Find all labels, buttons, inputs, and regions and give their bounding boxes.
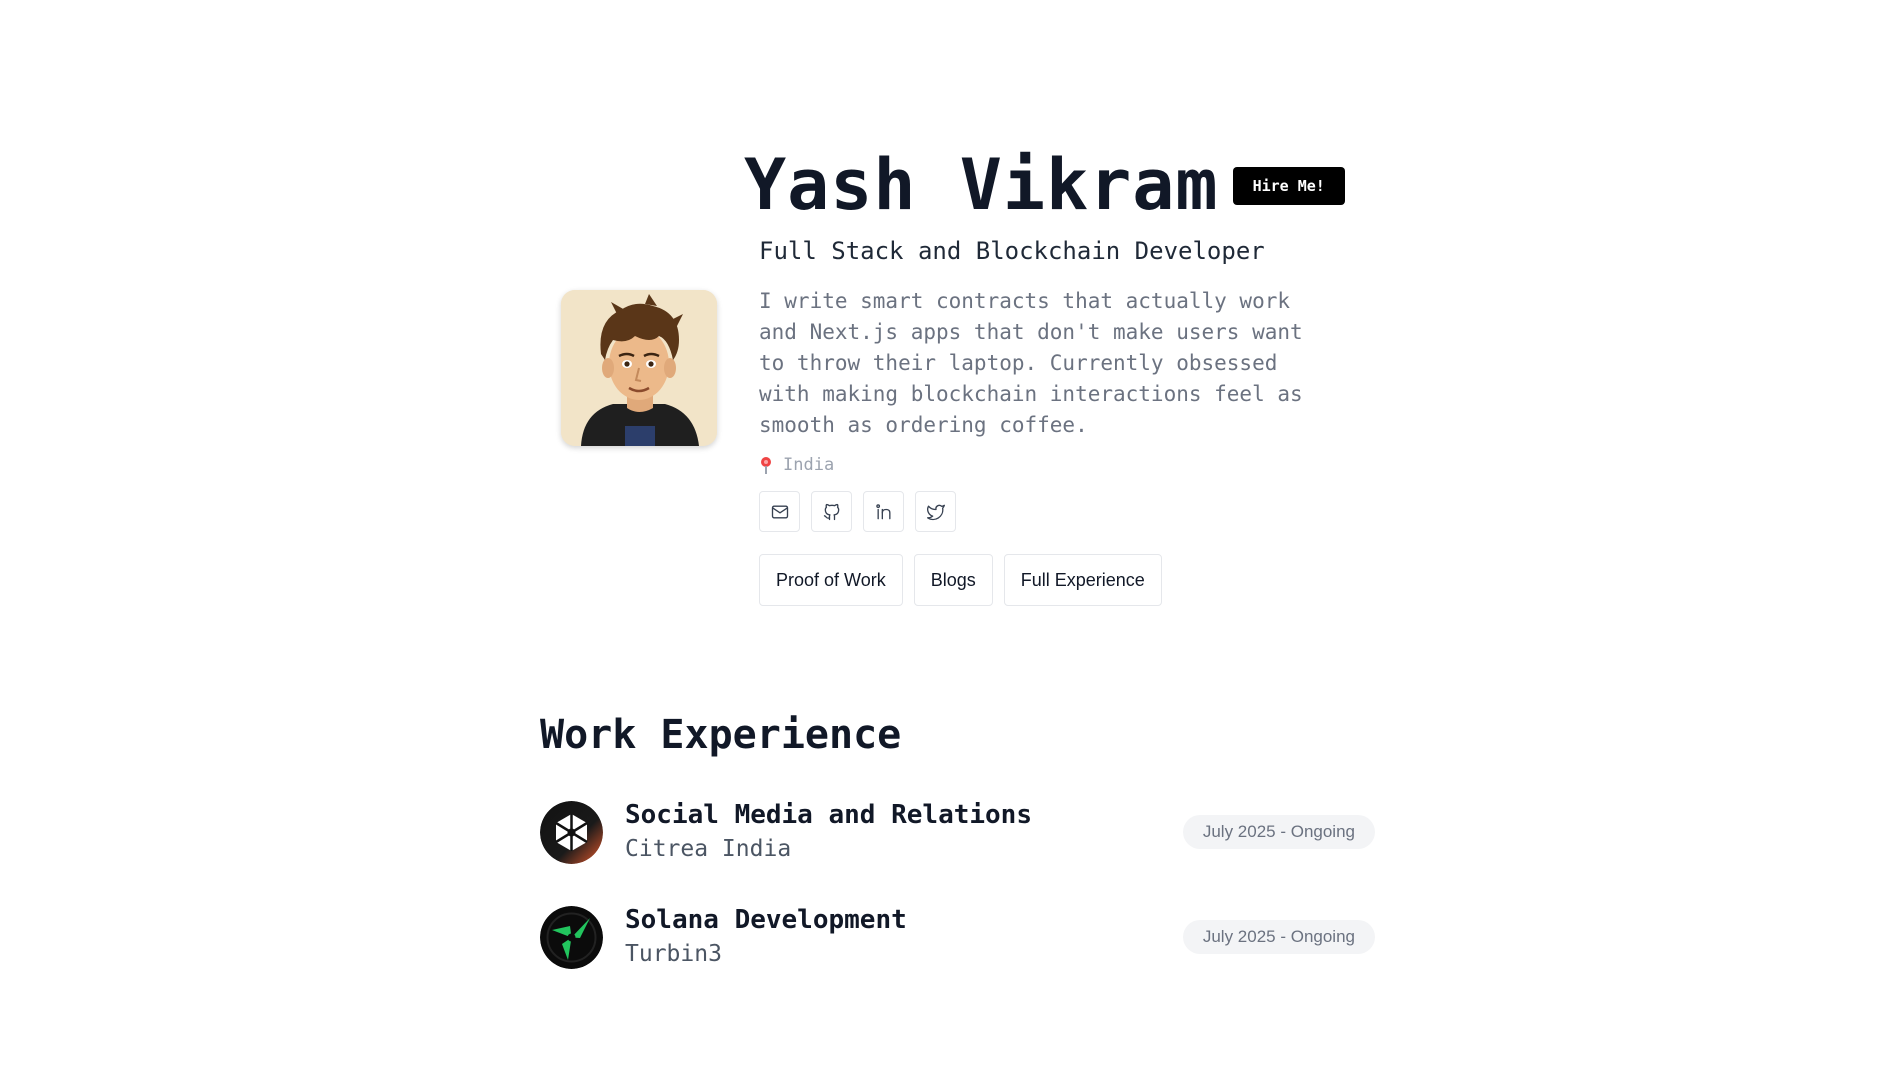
job-company: Citrea India [625, 836, 792, 862]
twitter-icon [926, 504, 945, 520]
job-item[interactable]: Solana Development Turbin3 July 2025 - O… [540, 905, 1375, 969]
work-experience-heading: Work Experience [540, 712, 902, 758]
avatar-illustration [561, 290, 717, 446]
avatar [561, 290, 717, 446]
job-role: Social Media and Relations [625, 800, 1032, 830]
github-link[interactable] [811, 491, 852, 532]
bio-text: I write smart contracts that actually wo… [759, 289, 1303, 437]
job-role: Solana Development [625, 905, 907, 935]
blogs-button[interactable]: Blogs [913, 554, 993, 606]
proof-of-work-button[interactable]: Proof of Work [759, 554, 903, 606]
turbin3-logo [540, 905, 603, 969]
role-title: Full Stack and Blockchain Developer [759, 237, 1265, 265]
location: India [759, 455, 1359, 475]
github-icon [823, 503, 839, 520]
linkedin-icon [875, 503, 890, 519]
linkedin-link[interactable] [863, 491, 904, 532]
job-period-badge: July 2025 - Ongoing [1182, 920, 1375, 954]
mail-icon [771, 505, 788, 518]
citrea-logo-icon [540, 800, 603, 864]
nav-buttons: Proof of Work Blogs Full Experience [759, 554, 1359, 606]
full-experience-button[interactable]: Full Experience [1003, 554, 1162, 606]
hire-me-button[interactable]: Hire Me! [1232, 167, 1345, 205]
intro-section: Full Stack and Blockchain Developer I wr… [759, 236, 1359, 606]
citrea-logo [540, 800, 603, 864]
job-text: Solana Development Turbin3 [625, 903, 907, 971]
turbin3-logo-icon [540, 905, 603, 969]
location-label: India [783, 455, 835, 475]
job-period-badge: July 2025 - Ongoing [1182, 815, 1375, 849]
social-links [759, 491, 1359, 532]
job-item[interactable]: Social Media and Relations Citrea India … [540, 800, 1375, 864]
twitter-link[interactable] [915, 491, 956, 532]
location-pin-icon [761, 457, 771, 474]
email-link[interactable] [759, 491, 800, 532]
portfolio-page: Yash Vikram Hire Me! Full Stack and Bloc… [0, 0, 1899, 1080]
header-row: Yash Vikram Hire Me! [744, 150, 1345, 220]
job-company: Turbin3 [625, 941, 722, 967]
job-text: Social Media and Relations Citrea India [625, 798, 1032, 866]
page-title: Yash Vikram [744, 144, 1219, 226]
